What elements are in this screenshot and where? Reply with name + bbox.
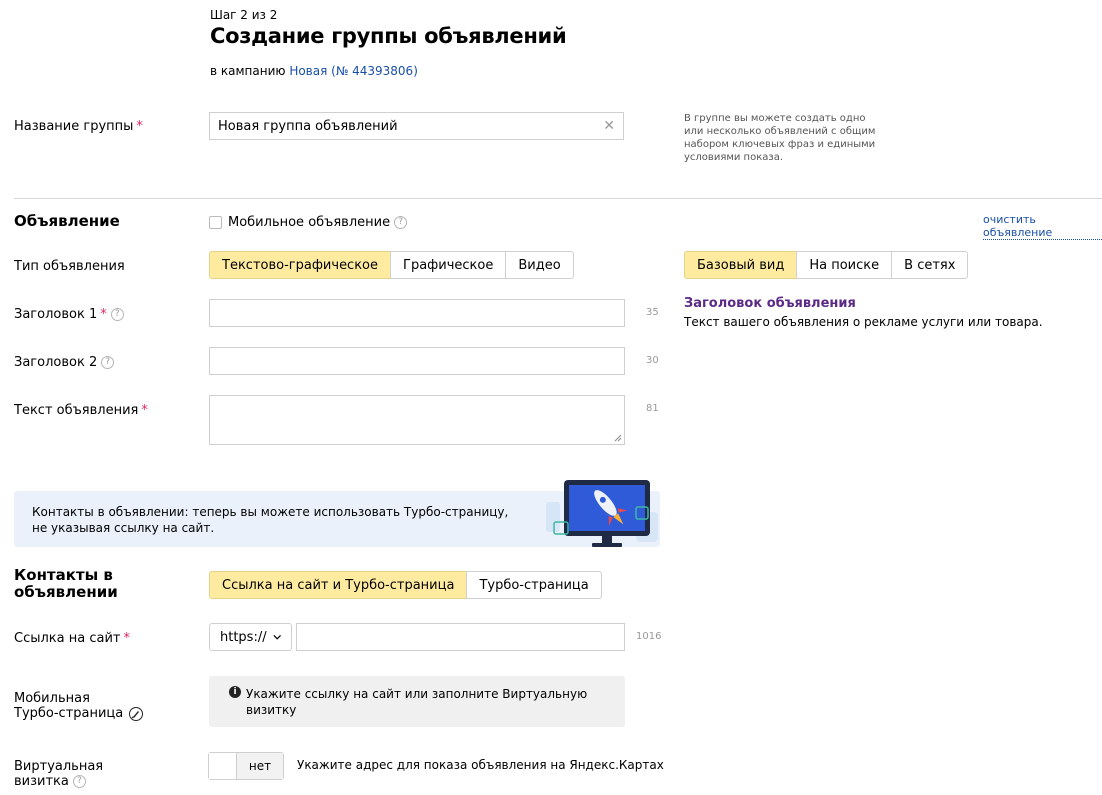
headline2-input[interactable]	[209, 347, 625, 375]
campaign-link[interactable]: Новая (№ 44393806)	[289, 64, 418, 78]
headline1-label: Заголовок 1 *?	[14, 307, 124, 322]
rocket-icon	[129, 706, 144, 721]
toggle-knob	[209, 753, 237, 779]
contacts-section-title: Контакты в объявлении	[14, 566, 118, 601]
ad-type-text-graphic[interactable]: Текстово-графическое	[209, 251, 392, 279]
info-icon: i	[229, 686, 241, 698]
preview-view-selector: Базовый вид На поиске В сетях	[684, 251, 969, 279]
step-indicator: Шаг 2 из 2	[210, 8, 278, 22]
required-mark: *	[141, 403, 148, 418]
required-mark: *	[123, 631, 130, 646]
vcard-toggle[interactable]: нет	[208, 752, 284, 780]
site-url-input[interactable]	[296, 623, 625, 651]
ad-text-textarea[interactable]	[209, 395, 625, 445]
ad-text-counter: 81	[646, 403, 659, 414]
chevron-down-icon	[273, 634, 281, 640]
ad-text-label: Текст объявления *	[14, 403, 148, 418]
toggle-value: нет	[237, 753, 283, 779]
clear-ad-link[interactable]: очистить объявление	[983, 213, 1102, 240]
preview-text: Текст вашего объявления о рекламе услуги…	[684, 315, 1043, 329]
protocol-value: https://	[220, 629, 267, 645]
group-name-label: Название группы *	[14, 119, 143, 134]
required-mark: *	[136, 119, 143, 134]
headline1-counter: 35	[646, 307, 659, 318]
ad-type-graphic[interactable]: Графическое	[390, 251, 507, 279]
help-icon[interactable]: ?	[110, 308, 124, 321]
view-networks[interactable]: В сетях	[891, 251, 969, 279]
group-name-input[interactable]: Новая группа объявлений ✕	[209, 112, 624, 140]
vcard-label: Виртуальная визитка?	[14, 759, 104, 789]
ad-section-title: Объявление	[14, 212, 120, 230]
close-icon[interactable]: ✕	[603, 118, 615, 134]
mobile-ad-label: Мобильное объявление	[228, 215, 391, 230]
contacts-site-and-turbo[interactable]: Ссылка на сайт и Турбо-страница	[209, 571, 468, 599]
protocol-select[interactable]: https://	[209, 623, 292, 651]
turbo-info-text: Укажите ссылку на сайт или заполните Вир…	[246, 687, 588, 717]
view-basic[interactable]: Базовый вид	[684, 251, 798, 279]
mobile-ad-option: Мобильное объявление?	[209, 215, 408, 230]
mobile-ad-checkbox[interactable]	[209, 216, 222, 229]
ad-type-selector: Текстово-графическое Графическое Видео	[209, 251, 574, 279]
turbo-page-label: Мобильная Турбо-страница	[14, 691, 144, 721]
help-icon[interactable]: ?	[72, 775, 86, 788]
ad-type-label: Тип объявления	[14, 259, 125, 274]
monitor-rocket-icon	[546, 480, 658, 547]
vcard-hint: Укажите адрес для показа объявления на Я…	[297, 758, 664, 772]
headline2-label: Заголовок 2?	[14, 355, 115, 370]
site-link-label: Ссылка на сайт *	[14, 631, 130, 646]
page-title: Создание группы объявлений	[210, 24, 567, 48]
group-hint: В группе вы можете создать одно или неск…	[684, 113, 876, 163]
contacts-selector: Ссылка на сайт и Турбо-страница Турбо-ст…	[209, 571, 602, 599]
headline2-counter: 30	[646, 355, 659, 366]
headline1-input[interactable]	[209, 299, 625, 327]
help-icon[interactable]: ?	[394, 216, 408, 229]
help-icon[interactable]: ?	[101, 356, 115, 369]
required-mark: *	[100, 307, 107, 322]
contacts-turbo-only[interactable]: Турбо-страница	[466, 571, 602, 599]
resize-handle-icon[interactable]	[614, 434, 622, 442]
site-url-counter: 1016	[636, 631, 662, 642]
banner-text: Контакты в объявлении: теперь вы можете …	[32, 505, 509, 535]
group-name-value: Новая группа объявлений	[218, 118, 398, 134]
ad-type-video[interactable]: Видео	[505, 251, 574, 279]
preview-title: Заголовок объявления	[684, 296, 856, 311]
campaign-prefix: в кампанию	[210, 64, 290, 78]
view-search[interactable]: На поиске	[796, 251, 893, 279]
campaign-line: в кампанию Новая (№ 44393806)	[210, 64, 418, 78]
section-divider	[14, 198, 1102, 199]
